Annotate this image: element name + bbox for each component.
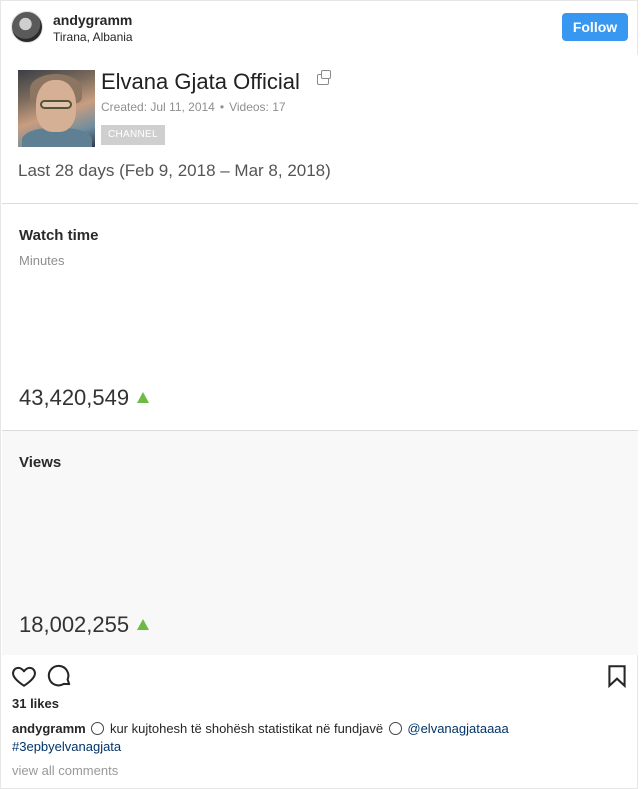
watch-time-number: 43,420,549: [19, 385, 130, 410]
emoji-icon: [91, 722, 105, 735]
caption-username[interactable]: andygramm: [12, 721, 86, 736]
location[interactable]: Tirana, Albania: [53, 30, 133, 44]
watch-time-title: Watch time: [19, 227, 99, 244]
post-header: andygramm Tirana, Albania Follow: [1, 1, 637, 55]
channel-thumbnail: [18, 70, 95, 147]
post-image: Elvana Gjata Official Created: Jul 11, 2…: [2, 55, 638, 655]
comment-icon[interactable]: [47, 663, 73, 689]
avatar[interactable]: [11, 11, 43, 43]
bookmark-icon[interactable]: [604, 663, 630, 689]
caption: andygramm kur kujtohesh të shohësh stati…: [12, 720, 612, 756]
channel-created: Created: Jul 11, 2014: [101, 100, 215, 114]
trend-up-icon: [137, 392, 150, 403]
views-number: 18,002,255: [19, 612, 130, 637]
emoji-icon: [388, 722, 402, 735]
heart-icon[interactable]: [11, 663, 37, 689]
action-bar: [1, 659, 637, 691]
likes-count[interactable]: 31 likes: [12, 696, 59, 711]
hashtag-link[interactable]: #3epbyelvanagjata: [12, 739, 121, 754]
watch-time-unit: Minutes: [19, 253, 65, 268]
channel-meta: Created: Jul 11, 2014 • Videos: 17: [101, 100, 286, 114]
watch-time-value: 43,420,549: [19, 385, 150, 411]
views-title: Views: [19, 454, 62, 471]
divider: [2, 203, 638, 204]
channel-videos: Videos: 17: [229, 100, 286, 114]
caption-text: kur kujtohesh të shohësh statistikat në …: [109, 721, 384, 736]
view-all-comments-link[interactable]: view all comments: [12, 763, 118, 778]
follow-button[interactable]: Follow: [562, 13, 628, 41]
views-value: 18,002,255: [19, 612, 150, 638]
mention-link[interactable]: @elvanagjataaaa: [407, 721, 508, 736]
trend-up-icon: [137, 619, 150, 630]
username[interactable]: andygramm: [53, 12, 132, 28]
channel-badge: CHANNEL: [101, 125, 165, 145]
instagram-post: andygramm Tirana, Albania Follow Elvana …: [0, 0, 638, 789]
date-range: Last 28 days (Feb 9, 2018 – Mar 8, 2018): [18, 161, 331, 180]
external-link-icon: [317, 70, 331, 85]
channel-title: Elvana Gjata Official: [101, 69, 300, 94]
